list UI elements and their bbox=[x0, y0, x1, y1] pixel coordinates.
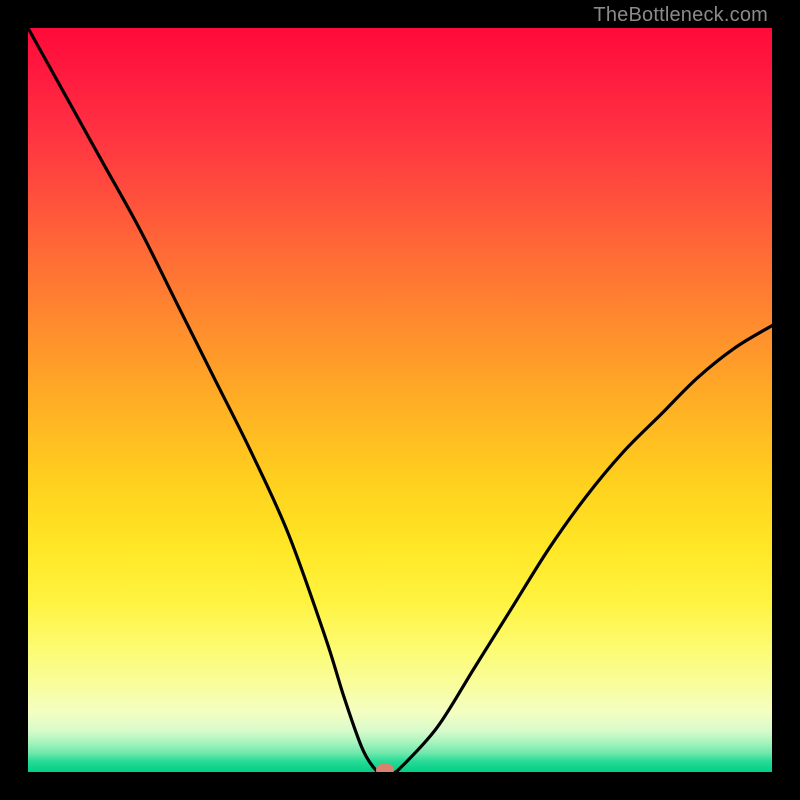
watermark-text: TheBottleneck.com bbox=[593, 4, 768, 27]
chart-frame: TheBottleneck.com bbox=[0, 0, 800, 800]
bottleneck-curve bbox=[28, 28, 772, 772]
curve-path bbox=[28, 28, 772, 772]
plot-area bbox=[28, 28, 772, 772]
optimal-point-marker bbox=[376, 764, 394, 772]
